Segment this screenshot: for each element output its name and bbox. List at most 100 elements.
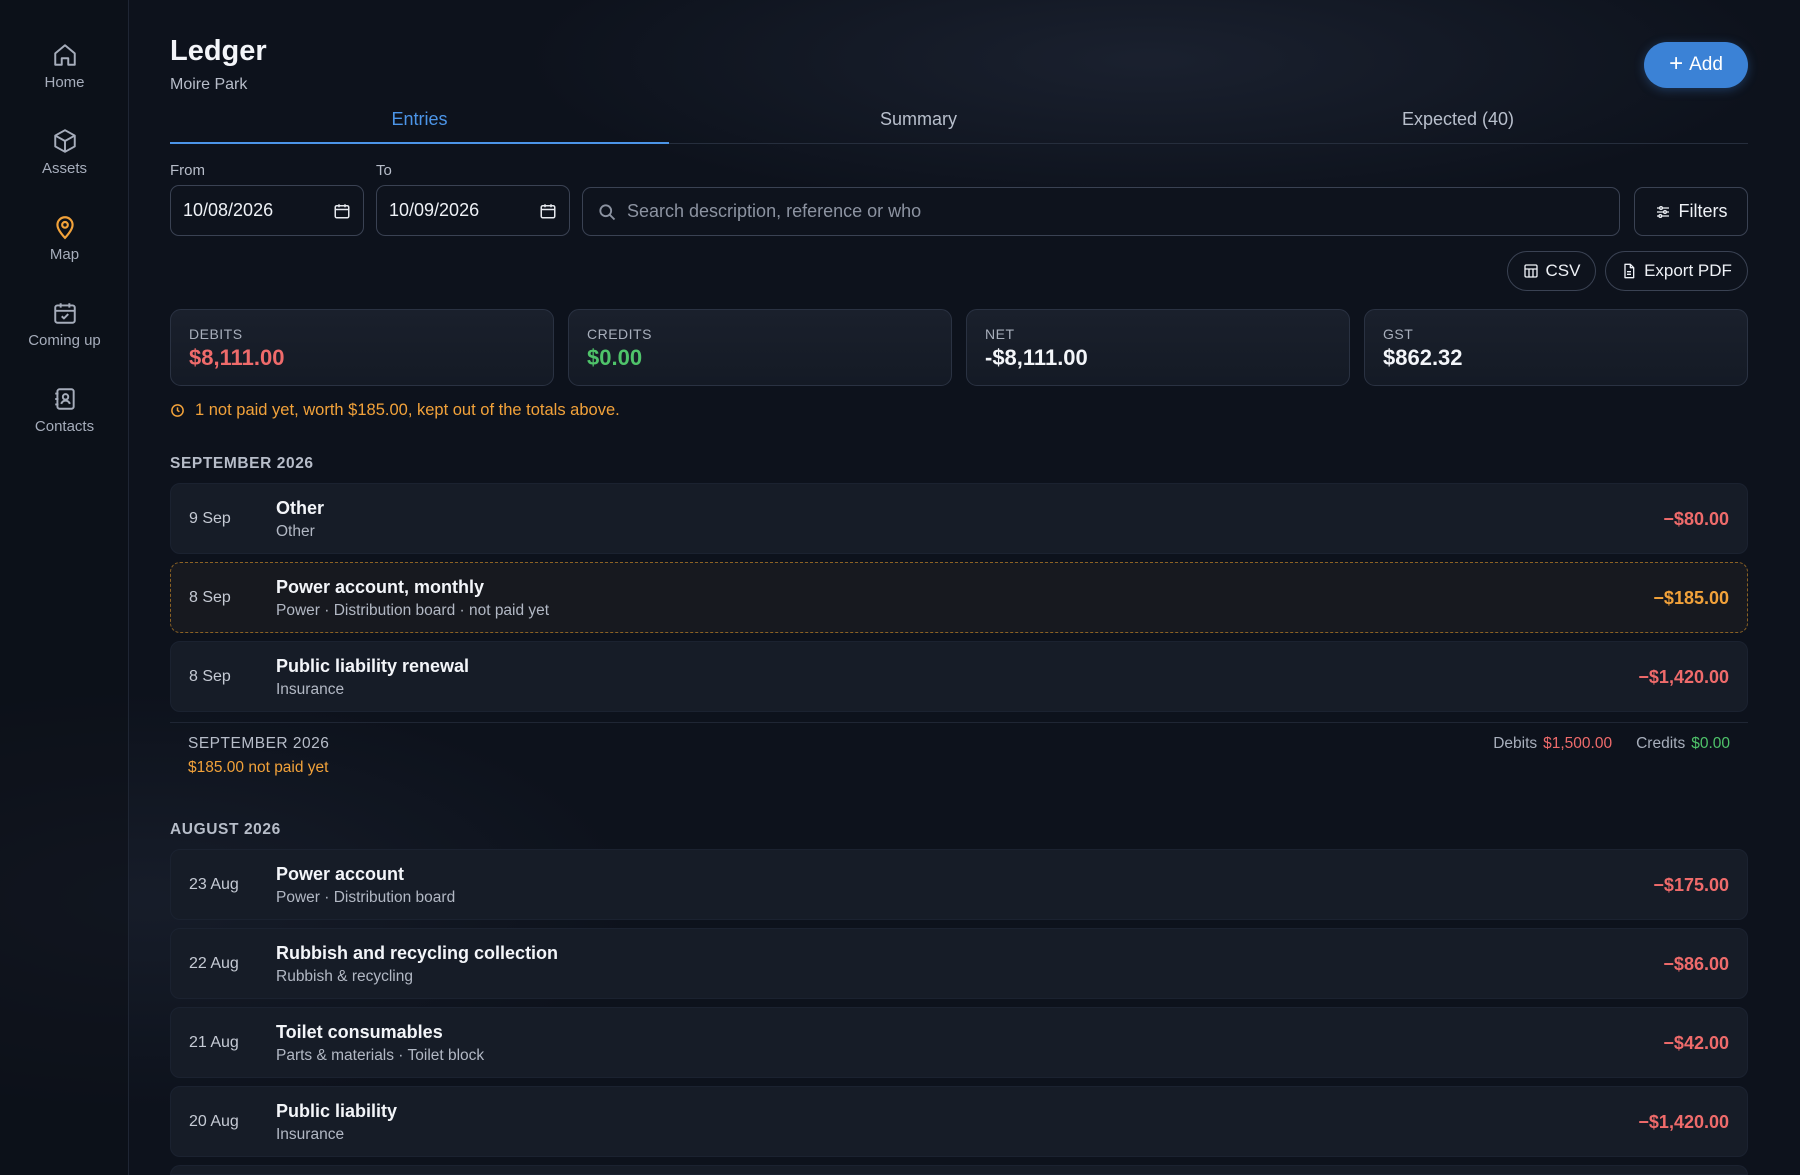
sidebar-item-label: Home (44, 74, 85, 91)
export-pdf-label: Export PDF (1644, 261, 1732, 280)
sidebar-item-home[interactable]: Home (0, 42, 129, 112)
ledger-row[interactable]: 9 Sep Other Other −$80.00 (170, 483, 1748, 554)
tab-entries[interactable]: Entries (170, 104, 669, 144)
entry-amount: −$1,420.00 (1638, 667, 1729, 687)
tab-expected[interactable]: Expected (40) (1168, 104, 1748, 144)
to-date-value: 10/09/2026 (389, 200, 480, 220)
from-label: From (170, 162, 205, 179)
month-debits-label: Debits (1493, 735, 1538, 752)
calendar-icon[interactable] (539, 202, 557, 220)
entry-amount: −$80.00 (1663, 509, 1729, 529)
sidebar-item-contacts[interactable]: Contacts (0, 386, 129, 456)
plus-icon: + (1669, 50, 1684, 77)
month-summary-pending: $185.00 not paid yet (188, 759, 329, 776)
entry-date: 23 Aug (189, 876, 239, 893)
entry-category: Other (276, 523, 315, 540)
entry-category: Power · Distribution board (276, 889, 456, 906)
sidebar-item-map[interactable]: Map (0, 214, 129, 284)
ledger-row[interactable]: 8 Sep Public liability renewal Insurance… (170, 641, 1748, 712)
net-card: NET -$8,111.00 (966, 309, 1350, 386)
section-heading-september: SEPTEMBER 2026 (170, 455, 314, 472)
search-placeholder: Search description, reference or who (627, 201, 922, 221)
entry-date: 20 Aug (189, 1113, 239, 1130)
tab-summary[interactable]: Summary (669, 104, 1168, 144)
cube-icon (53, 129, 76, 153)
net-label: NET (985, 326, 1015, 342)
calendar-icon[interactable] (333, 202, 351, 220)
ledger-row-pending[interactable]: 8 Sep Power account, monthly Power · Dis… (170, 562, 1748, 633)
csv-button[interactable]: CSV (1507, 251, 1596, 291)
month-summary-totals: Debits $1,500.00 Credits $0.00 (1493, 735, 1730, 753)
debits-card: DEBITS $8,111.00 (170, 309, 554, 386)
entry-amount: −$86.00 (1663, 954, 1729, 974)
page-title: Ledger (170, 35, 267, 67)
month-debits-value: $1,500.00 (1543, 735, 1613, 752)
sidebar-item-label: Map (49, 246, 80, 263)
debits-label: DEBITS (189, 326, 243, 342)
export-pdf-button[interactable]: Export PDF (1605, 251, 1748, 291)
credits-card: CREDITS $0.00 (568, 309, 952, 386)
entry-amount: −$185.00 (1653, 588, 1729, 608)
entry-name: Power account, monthly (276, 577, 485, 597)
table-icon (1523, 264, 1538, 278)
search-icon (599, 203, 616, 220)
gst-label: GST (1383, 326, 1414, 342)
home-icon (53, 44, 76, 66)
sidebar-item-coming-up[interactable]: Coming up (0, 300, 129, 370)
main-content: Ledger Moire Park + Add Entries Summary … (170, 0, 1748, 1175)
sidebar: Home Assets Map Coming up Contacts (0, 0, 129, 1175)
unpaid-warning: 1 not paid yet, worth $185.00, kept out … (170, 401, 620, 420)
net-value: -$8,111.00 (985, 345, 1088, 370)
entry-category: Insurance (276, 681, 345, 698)
entry-name: Toilet consumables (276, 1022, 443, 1042)
unpaid-warning-text: 1 not paid yet, worth $185.00, kept out … (195, 401, 620, 419)
file-icon (1624, 263, 1635, 279)
credits-value: $0.00 (587, 345, 643, 370)
entry-name: Other (276, 498, 325, 518)
entry-date: 22 Aug (189, 955, 239, 972)
section-heading-august: AUGUST 2026 (170, 821, 281, 838)
to-label: To (376, 162, 392, 179)
ledger-row[interactable]: 22 Aug Rubbish and recycling collection … (170, 928, 1748, 999)
sidebar-item-label: Coming up (28, 332, 101, 349)
month-credits-value: $0.00 (1691, 735, 1730, 752)
from-date-value: 10/08/2026 (183, 200, 274, 220)
sliders-icon (1656, 205, 1669, 218)
entry-date: 8 Sep (189, 589, 231, 606)
sidebar-item-label: Contacts (34, 418, 95, 435)
entry-name: Rubbish and recycling collection (276, 943, 559, 963)
ledger-row[interactable]: 23 Aug Power account Power · Distributio… (170, 849, 1748, 920)
search-input[interactable]: Search description, reference or who (582, 187, 1620, 236)
entry-date: 21 Aug (189, 1034, 239, 1051)
sidebar-item-assets[interactable]: Assets (0, 128, 129, 198)
entry-date: 8 Sep (189, 668, 231, 685)
to-date-input[interactable]: 10/09/2026 (376, 185, 570, 236)
entry-name: Public liability (276, 1101, 398, 1121)
ledger-row[interactable]: 20 Aug Public liability Insurance −$1,42… (170, 1086, 1748, 1157)
entry-category: Power · Distribution board · not paid ye… (276, 602, 550, 619)
map-pin-icon (55, 216, 74, 240)
entry-name: Power account (276, 864, 405, 884)
entry-amount: −$42.00 (1663, 1033, 1729, 1053)
filters-label: Filters (1678, 201, 1728, 221)
ledger-row-partial[interactable] (170, 1165, 1748, 1175)
debits-value: $8,111.00 (189, 345, 285, 370)
add-button-label: Add (1689, 54, 1723, 75)
sidebar-item-label: Assets (41, 160, 87, 177)
csv-label: CSV (1545, 261, 1581, 280)
entry-amount: −$175.00 (1653, 875, 1729, 895)
month-summary-september: SEPTEMBER 2026 $185.00 not paid yet Debi… (170, 722, 1748, 784)
entry-amount: −$1,420.00 (1638, 1112, 1729, 1132)
clock-icon (171, 404, 184, 417)
gst-value: $862.32 (1383, 345, 1463, 370)
gst-card: GST $862.32 (1364, 309, 1748, 386)
filters-button[interactable]: Filters (1634, 187, 1748, 236)
contact-book-icon (54, 388, 75, 410)
from-date-input[interactable]: 10/08/2026 (170, 185, 364, 236)
month-summary-label: SEPTEMBER 2026 (188, 735, 330, 752)
calendar-check-icon (53, 303, 76, 324)
month-credits-label: Credits (1636, 735, 1686, 752)
add-button[interactable]: + Add (1644, 42, 1748, 88)
ledger-row[interactable]: 21 Aug Toilet consumables Parts & materi… (170, 1007, 1748, 1078)
credits-label: CREDITS (587, 326, 652, 342)
